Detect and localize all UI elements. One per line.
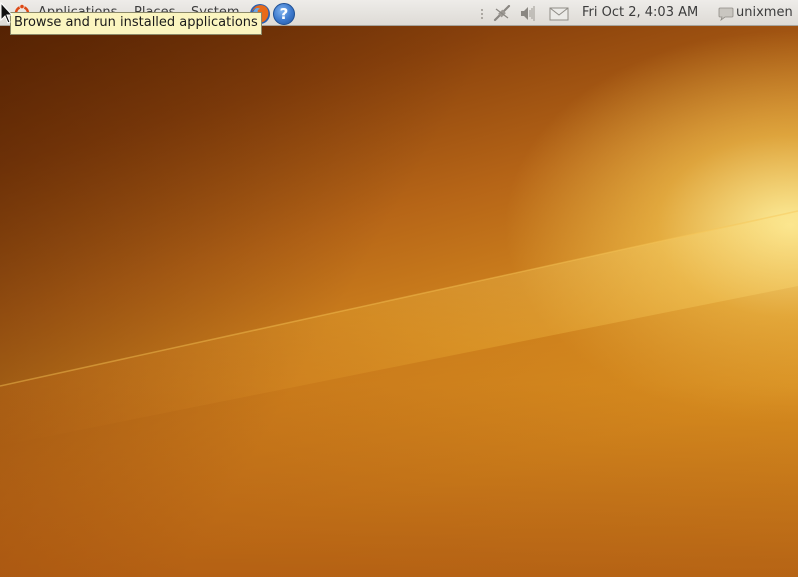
applications-tooltip: Browse and run installed applications: [10, 12, 262, 35]
clock[interactable]: Fri Oct 2, 4:03 AM: [582, 5, 698, 20]
volume-icon[interactable]: [519, 5, 537, 22]
user-menu[interactable]: unixmen: [736, 5, 793, 20]
mail-icon[interactable]: [549, 7, 569, 21]
mouse-pointer-icon: [0, 2, 14, 24]
wallpaper-fold: [0, 210, 798, 577]
desktop-screen: Applications Places System ? Fri Oct: [0, 0, 798, 577]
panel-handle-icon: [481, 9, 483, 19]
help-icon[interactable]: ?: [273, 3, 295, 25]
network-disconnected-icon[interactable]: [492, 5, 512, 22]
chat-bubble-icon[interactable]: [718, 7, 734, 21]
desktop-wallpaper[interactable]: [0, 26, 798, 577]
